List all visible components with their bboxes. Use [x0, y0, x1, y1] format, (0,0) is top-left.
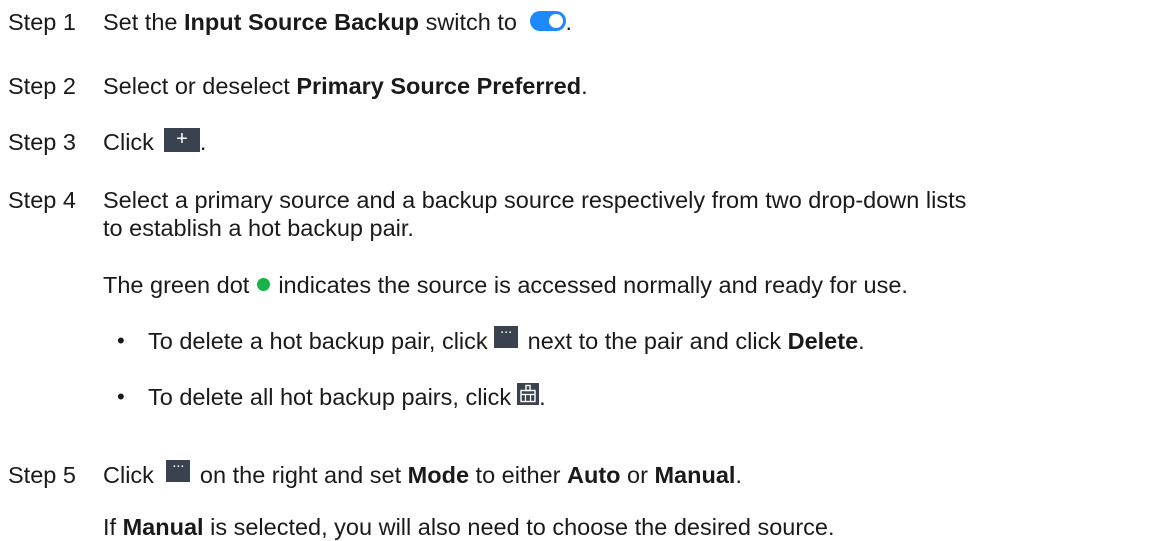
step-5-end: .: [735, 462, 742, 488]
step-5-label: Step 5: [8, 462, 76, 488]
manual-note-term: Manual: [122, 514, 204, 540]
plus-icon: +: [163, 127, 200, 152]
bullet-2-marker: •: [117, 384, 125, 409]
green-dot-icon: [257, 278, 271, 292]
step-2-end: .: [581, 73, 588, 99]
step-4-line-2: to establish a hot backup pair.: [103, 215, 414, 241]
step-5-mid3: or: [620, 462, 655, 488]
step-5-mid2: to either: [469, 462, 567, 488]
step-3-pre: Click: [103, 129, 154, 155]
step-4-note-pre: The green dot: [103, 272, 250, 298]
bullet-2-text: To delete all hot backup pairs, click.: [148, 382, 546, 411]
step-2-label: Step 2: [8, 73, 76, 99]
clear-all-icon: [517, 382, 540, 405]
step-3-label: Step 3: [8, 129, 76, 155]
bullet-1-end: .: [858, 328, 865, 354]
step-5-text: Click ··· on the right and set Mode to eit…: [103, 458, 742, 489]
step-4-line-1: Select a primary source and a backup sou…: [103, 187, 967, 213]
manual-term: Manual: [654, 462, 736, 488]
toggle-switch-on-icon: [529, 10, 566, 31]
bullet-1-marker: •: [117, 328, 125, 353]
step-3-text: Click +.: [103, 127, 207, 156]
step-4-note-post: indicates the source is accessed normall…: [278, 272, 908, 298]
clear-all-glyph: [520, 384, 536, 402]
toggle-knob: [548, 13, 563, 28]
step-1-post: switch to: [419, 9, 524, 35]
step-1-label: Step 1: [8, 9, 76, 35]
mode-term: Mode: [407, 462, 470, 488]
step-5-mid: on the right and set: [199, 462, 408, 488]
step-1-pre: Set the: [103, 9, 184, 35]
step-5-note-post: is selected, you will also need to choos…: [203, 514, 835, 540]
step-4-note: The green dot indicates the source is acc…: [103, 271, 908, 299]
step-3-end: .: [199, 129, 207, 155]
more-icon: ···: [493, 324, 518, 348]
bullet-1-pre: To delete a hot backup pair, click: [148, 328, 488, 354]
step-5-note-pre: If: [103, 514, 123, 540]
step-1-end: .: [565, 9, 573, 35]
more-icon: ···: [165, 458, 190, 482]
input-source-backup-term: Input Source Backup: [184, 9, 420, 35]
step-5-note: If Manual is selected, you will also nee…: [103, 513, 835, 541]
step-4-label: Step 4: [8, 187, 76, 213]
primary-source-preferred-term: Primary Source Preferred: [296, 73, 582, 99]
step-5-pre: Click: [103, 462, 154, 488]
auto-term: Auto: [567, 462, 621, 488]
step-2-text: Select or deselect Primary Source Prefer…: [103, 72, 588, 100]
bullet-1-mid: next to the pair and click: [527, 328, 788, 354]
step-2-pre: Select or deselect: [103, 73, 297, 99]
bullet-2-end: .: [539, 384, 546, 410]
delete-term: Delete: [787, 328, 859, 354]
bullet-1-text: To delete a hot backup pair, click ··· nex…: [148, 324, 865, 355]
step-1-text: Set the Input Source Backup switch to .: [103, 8, 572, 36]
bullet-2-pre: To delete all hot backup pairs, click: [148, 384, 512, 410]
